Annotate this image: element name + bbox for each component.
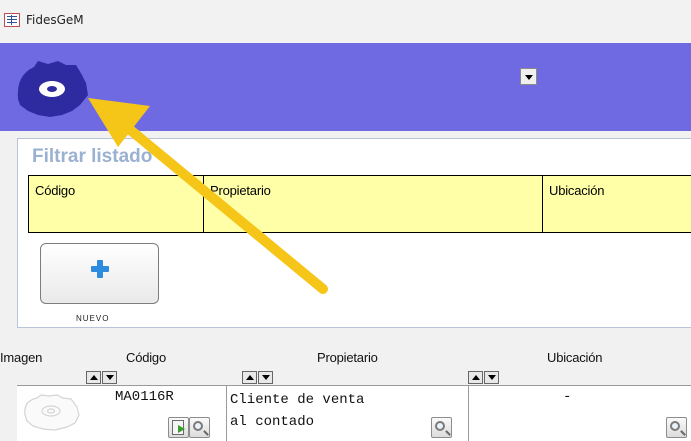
open-record-button[interactable]: [168, 417, 189, 438]
header-band: [0, 43, 691, 131]
open-document-icon: [172, 420, 185, 435]
filter-propietario-combo[interactable]: Propietario: [204, 176, 543, 232]
sort-descending-icon[interactable]: [258, 371, 273, 384]
header-codigo: Código: [126, 350, 166, 365]
propietario-dropdown-button[interactable]: [520, 68, 537, 85]
sort-descending-icon[interactable]: [484, 371, 499, 384]
image-placeholder-icon: [24, 394, 80, 431]
magnifier-icon: [670, 421, 680, 431]
column-divider: [226, 385, 227, 441]
sort-descending-icon[interactable]: [102, 371, 117, 384]
title-bar: FidesGeM: [0, 0, 691, 43]
header-ubicacion: Ubicación: [547, 350, 603, 365]
plus-icon: [91, 260, 109, 278]
search-propietario-button[interactable]: [431, 417, 452, 438]
header-imagen: Imagen: [0, 350, 43, 365]
filter-ubicacion-field[interactable]: Ubicación: [543, 176, 691, 232]
form-icon: [4, 13, 20, 27]
gear-logo-icon: [17, 61, 88, 117]
record-codigo: MA0116R: [115, 389, 174, 405]
search-ubicacion-button[interactable]: [666, 417, 687, 438]
magnifier-icon: [193, 421, 203, 431]
window-title: FidesGeM: [26, 13, 84, 27]
record-ubicacion: -: [563, 389, 572, 405]
new-button-label: NUEVO: [76, 314, 110, 323]
column-divider: [468, 385, 469, 441]
sort-ascending-icon[interactable]: [468, 371, 483, 384]
new-button[interactable]: [40, 243, 159, 304]
filter-title: Filtrar listado: [32, 146, 153, 167]
record-propietario-line2: al contado: [230, 414, 315, 430]
header-propietario: Propietario: [317, 350, 378, 365]
sort-ascending-icon[interactable]: [86, 371, 101, 384]
filter-row: Código Propietario Ubicación: [28, 175, 691, 233]
filter-codigo-field[interactable]: Código: [29, 176, 204, 232]
magnifier-icon: [435, 421, 445, 431]
search-codigo-button[interactable]: [189, 417, 210, 438]
record-propietario-line1: Cliente de venta: [230, 392, 365, 408]
sort-ascending-icon[interactable]: [242, 371, 257, 384]
